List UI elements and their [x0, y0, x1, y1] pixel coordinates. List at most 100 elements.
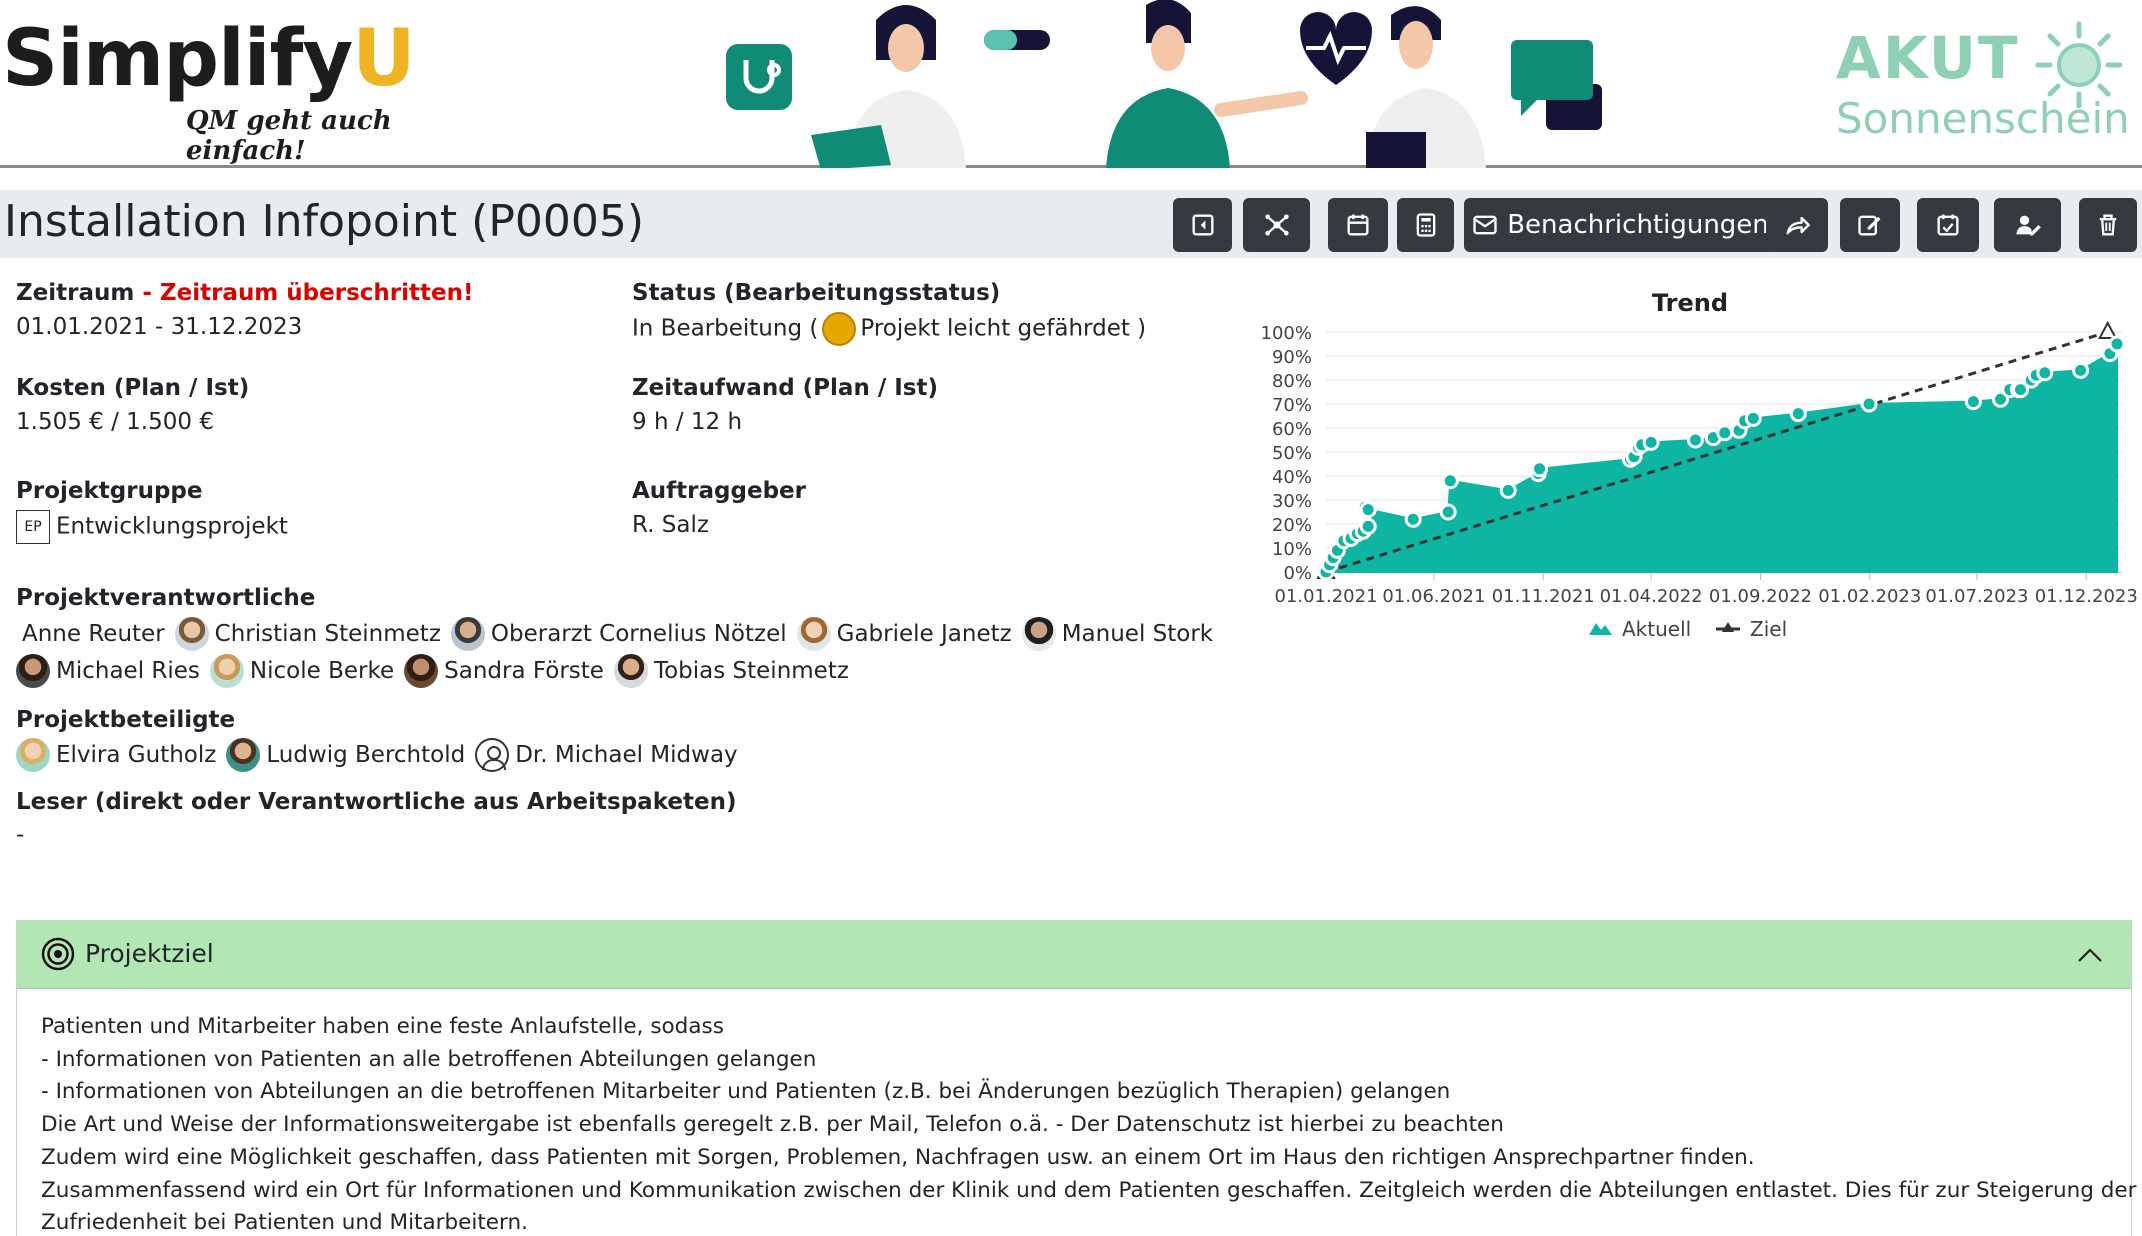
x-tick-label: 01.04.2022	[1600, 586, 1703, 607]
zeitraum-label: Zeitraum - Zeitraum überschritten!	[16, 280, 474, 306]
projektgruppe-value: EP Entwicklungsprojekt	[16, 510, 288, 544]
aktuell-point	[1531, 460, 1549, 478]
y-tick-label: 10%	[1272, 539, 1312, 560]
person-chip[interactable]: Elvira Gutholz	[16, 738, 216, 772]
calendar-check-icon	[1937, 214, 1959, 236]
x-tick-label: 01.06.2021	[1382, 586, 1485, 607]
aktuell-point	[2108, 335, 2126, 353]
edit-users-button[interactable]	[1994, 198, 2061, 252]
banner: SimplifyU QM geht auch einfach! AKUT Son…	[0, 0, 2142, 168]
zeitraum-value: 01.01.2021 - 31.12.2023	[16, 314, 303, 340]
person-chip[interactable]: Gabriele Janetz	[796, 617, 1012, 651]
aktuell-point	[1404, 510, 1422, 528]
aktuell-point	[1359, 501, 1377, 519]
trend-chart: Trend 0% 10% 20% 30% 40% 50% 60% 70% 80% 90% 100% 01…	[1261, 289, 2138, 641]
sun-icon	[2035, 21, 2123, 109]
aktuell-point	[2072, 361, 2090, 379]
y-tick-label: 30%	[1272, 491, 1312, 512]
beteiligte-label: Projektbeteiligte	[16, 707, 236, 733]
delete-button[interactable]	[2079, 198, 2137, 252]
y-tick-label: 20%	[1272, 515, 1312, 536]
chart-title: Trend	[1652, 289, 1728, 317]
simplify-u-logo[interactable]: SimplifyU QM geht auch einfach!	[0, 14, 470, 166]
person-chip[interactable]: Christian Steinmetz	[174, 617, 441, 651]
projektziel-title: Projektziel	[85, 939, 214, 968]
ziel-point	[2098, 320, 2118, 339]
projektziel-text: Patienten und Mitarbeiter haben eine fes…	[41, 1011, 2137, 1236]
trash-icon	[2099, 214, 2117, 236]
auftraggeber-value: R. Salz	[632, 512, 709, 538]
notifications-label: Benachrichtigungen	[1507, 210, 1769, 240]
kosten-label: Kosten (Plan / Ist)	[16, 375, 250, 401]
avatar	[1021, 617, 1056, 651]
status-value: In Bearbeitung (Projekt leicht gefährdet…	[632, 312, 1146, 346]
share-icon	[1786, 216, 1810, 235]
y-tick-label: 40%	[1272, 467, 1312, 488]
aktuell-point	[1964, 393, 1982, 411]
nurse-figure-icon	[1106, 0, 1308, 168]
projektziel-header[interactable]: Projektziel	[17, 921, 2131, 989]
aktuell-point	[1642, 433, 1660, 451]
aktuell-point	[1499, 481, 1517, 499]
person-chip[interactable]: Sandra Förste	[404, 654, 604, 688]
status-risk: Projekt leicht gefährdet )	[860, 315, 1147, 342]
edit-button[interactable]	[1840, 198, 1900, 252]
legend-aktuell-label: Aktuell	[1622, 617, 1691, 641]
verantwortliche-row-2: Michael Ries Nicole Berke Sandra Förste …	[16, 654, 859, 688]
y-tick-label: 0%	[1283, 563, 1312, 584]
avatar	[209, 654, 244, 688]
kosten-value: 1.505 € / 1.500 €	[16, 409, 214, 435]
goal-line: - Informationen von Abteilungen an die b…	[41, 1079, 1451, 1105]
calendar-icon	[1347, 214, 1369, 236]
goal-line: Patienten und Mitarbeiter haben eine fes…	[41, 1014, 724, 1039]
verantwortliche-row-1: Anne Reuter Christian Steinmetz Oberarzt…	[16, 617, 1223, 651]
legend-ziel-label: Ziel	[1750, 617, 1787, 641]
x-tick-label: 01.12.2023	[2035, 586, 2138, 607]
notifications-button[interactable]: Benachrichtigungen	[1464, 198, 1776, 252]
aktuell-point	[1716, 424, 1734, 442]
pill-icon	[984, 30, 1050, 50]
share-button[interactable]	[1766, 198, 1828, 252]
person-chip[interactable]: Oberarzt Cornelius Nötzel	[450, 617, 787, 651]
back-button[interactable]	[1173, 198, 1232, 252]
status-label: Status (Bearbeitungsstatus)	[632, 280, 1001, 306]
logo-wordmark: SimplifyU	[2, 14, 416, 104]
person-chip[interactable]: Dr. Michael Midway	[475, 738, 738, 772]
schedule-button[interactable]	[1917, 198, 1979, 252]
person-chip[interactable]: Anne Reuter	[22, 621, 165, 647]
aktuell-point	[2036, 364, 2054, 382]
chat-bubbles-icon	[1511, 40, 1602, 130]
calculator-button[interactable]	[1397, 198, 1454, 252]
legend-aktuell-swatch	[1589, 623, 1612, 635]
goal-line: Zudem wird eine Möglichkeit geschaffen, …	[41, 1144, 1755, 1170]
calculator-icon	[1416, 213, 1435, 237]
y-tick-label: 60%	[1272, 419, 1312, 440]
heart-monitor-icon	[1300, 12, 1372, 85]
avatar	[796, 617, 831, 651]
chevron-up-icon[interactable]	[2075, 941, 2105, 971]
person-chip[interactable]: Tobias Steinmetz	[613, 654, 849, 688]
y-tick-label: 70%	[1272, 395, 1312, 416]
goal-line: - Informationen von Patienten an alle be…	[41, 1046, 817, 1072]
network-icon	[1264, 214, 1289, 236]
calendar-button[interactable]	[1328, 198, 1388, 252]
zeitaufwand-value: 9 h / 12 h	[632, 409, 743, 435]
goal-line: Zusammenfassend wird ein Ort für Informa…	[41, 1177, 2137, 1203]
back-icon	[1192, 214, 1213, 236]
user-edit-icon	[2015, 215, 2041, 236]
network-button[interactable]	[1243, 198, 1310, 252]
aktuell-point	[1860, 395, 1878, 413]
auftraggeber-label: Auftraggeber	[632, 478, 806, 504]
person-chip[interactable]: Ludwig Berchtold	[226, 738, 465, 772]
person-chip[interactable]: Michael Ries	[16, 654, 200, 688]
series-aktuell-area	[1324, 340, 2118, 573]
page-title: Installation Infopoint (P0005)	[4, 196, 644, 247]
person-chip[interactable]: Manuel Stork	[1021, 617, 1213, 651]
leser-label: Leser (direkt oder Verantwortliche aus A…	[16, 789, 737, 815]
logo-tagline: QM geht auch einfach!	[186, 106, 392, 166]
zeitaufwand-label: Zeitaufwand (Plan / Ist)	[632, 375, 938, 401]
person-chip[interactable]: Nicole Berke	[209, 654, 394, 688]
avatar	[450, 617, 485, 651]
target-icon	[41, 937, 75, 971]
verantwortliche-label: Projektverantwortliche	[16, 585, 316, 611]
